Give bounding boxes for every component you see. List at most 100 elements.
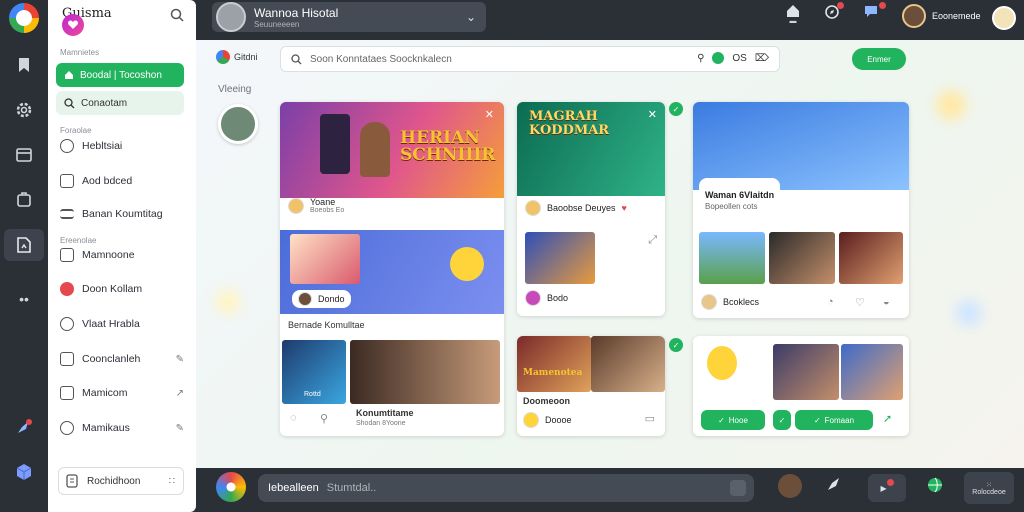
content-card[interactable]: Mamenotea Doomeoon Doooe ▭ xyxy=(517,336,665,436)
thumbnail[interactable] xyxy=(773,344,839,400)
avatar[interactable] xyxy=(778,474,802,498)
sidebar-item[interactable]: Vlaat Hrabla xyxy=(60,317,184,331)
thumbnail[interactable] xyxy=(525,232,595,284)
arrow-out-icon[interactable]: ↗ xyxy=(176,388,184,399)
search-input[interactable]: Soon Konntataes Soocknkalecn ⚲ OS ⌦ xyxy=(280,46,780,72)
close-icon[interactable]: ✕ xyxy=(485,108,494,121)
circle-icon xyxy=(60,421,74,435)
send-icon[interactable]: ➚ xyxy=(883,412,892,425)
viewer-avatar[interactable] xyxy=(218,104,258,144)
bokeh-decoration xyxy=(936,90,966,120)
edit-icon[interactable]: ✎ xyxy=(176,423,184,434)
thumbnail[interactable] xyxy=(841,344,903,400)
video-title: Konumtitame xyxy=(356,408,414,418)
viewing-label: Vleeing xyxy=(218,84,252,95)
edit-icon[interactable]: ✎ xyxy=(176,354,184,365)
user-menu[interactable]: Eoonemede xyxy=(902,4,981,28)
home-icon xyxy=(65,71,73,79)
video-thumbnail[interactable] xyxy=(591,336,665,392)
main-logo[interactable]: Gitdni xyxy=(216,50,258,64)
sidebar-footer-label: Rochidhoon xyxy=(87,475,141,487)
chip-button[interactable]: ✓ Hooe xyxy=(701,410,765,430)
more-icon[interactable]: •• xyxy=(12,287,36,311)
sidebar-item[interactable]: Banan Koumtitag xyxy=(60,208,184,220)
sidebar-item[interactable]: Coonclanleh ✎ xyxy=(60,352,184,366)
home-icon[interactable]: ▬ xyxy=(786,4,800,25)
primary-nav-label: Boodal | Tocoshon xyxy=(80,69,162,81)
author-name: Doooe xyxy=(545,415,572,425)
action-button[interactable]: Enmer xyxy=(852,48,906,70)
channel-subtitle: Seuuneeeen xyxy=(254,19,300,29)
rocket-icon[interactable] xyxy=(12,416,36,440)
messages-icon[interactable] xyxy=(864,2,886,20)
bookmark-icon[interactable] xyxy=(12,53,36,77)
explore-icon[interactable] xyxy=(824,2,844,20)
attach-icon[interactable] xyxy=(730,480,746,496)
thumbnail[interactable] xyxy=(290,234,360,284)
app-logo[interactable] xyxy=(9,3,39,33)
heart-icon[interactable]: ♥ xyxy=(622,203,627,213)
chat-icon[interactable]: ◌ xyxy=(290,412,297,424)
video-title: Doomeoon xyxy=(523,396,570,406)
cube-icon[interactable] xyxy=(12,460,36,484)
chip-button[interactable]: ✓ Fomaan xyxy=(795,410,873,430)
expand-icon[interactable]: ⤢ xyxy=(648,234,657,247)
close-icon[interactable]: ✕ xyxy=(648,108,657,121)
video-sub: Shodan 8Yoone xyxy=(356,420,406,427)
library-icon[interactable] xyxy=(4,229,44,261)
sidebar-item-label: Vlaat Hrabla xyxy=(82,318,140,330)
thumbnail[interactable] xyxy=(839,232,903,284)
content-card[interactable]: HERIAN SCHNIIIR ✕ Yoane Boeobs Eo Dondo … xyxy=(280,102,504,436)
channel-name: Bodo xyxy=(547,293,569,303)
emoji-sticker xyxy=(450,247,484,281)
chip-label: Hooe xyxy=(728,415,748,425)
chat-icon xyxy=(60,317,74,331)
inbox-icon[interactable] xyxy=(12,143,36,167)
heart-icon[interactable]: ♡ xyxy=(855,296,865,309)
sidebar-item[interactable]: Mamikaus ✎ xyxy=(60,421,184,435)
tag-icon[interactable]: ⌦ xyxy=(755,53,769,64)
secondary-nav-button[interactable]: Conaotam xyxy=(56,91,184,115)
content-card[interactable]: MAGRAH KODDMAR ✕ Baoobse Deuyes ♥ ⤢ Bodo xyxy=(517,102,665,316)
options-button[interactable]: ⁙ Rolocdeoe xyxy=(964,472,1014,504)
chip-button[interactable]: ✓ xyxy=(773,410,791,430)
sidebar-footer-button[interactable]: Rochidhoon ∷ xyxy=(58,467,184,495)
emoji-icon[interactable] xyxy=(216,472,246,502)
save-icon[interactable]: ◒ xyxy=(883,296,890,308)
primary-nav-button[interactable]: Boodal | Tocoshon xyxy=(56,63,184,87)
message-input[interactable]: Iebealleen Stumtdal.. xyxy=(258,474,754,502)
comment-icon[interactable]: ▭ xyxy=(645,412,655,425)
content-card[interactable]: ✓ Hooe ✓ ✓ Fomaan ➚ xyxy=(693,336,909,436)
grid-icon: ⁙ xyxy=(986,481,992,489)
channel-selector[interactable]: Wannoa Hisotal Seuuneeeen ⌄ xyxy=(212,2,486,32)
pin-icon[interactable]: ⚲ xyxy=(697,53,704,64)
host-name: Yoane xyxy=(310,197,336,207)
sidebar-item[interactable]: Mamicom ↗ xyxy=(60,386,184,400)
sidebar-item[interactable]: Hebltsiai xyxy=(60,139,184,153)
search-icon[interactable] xyxy=(170,8,186,24)
camera-icon[interactable]: ▸ xyxy=(868,474,906,502)
settings-gear-icon[interactable] xyxy=(12,98,36,122)
thumbnail[interactable] xyxy=(699,232,765,284)
brand[interactable]: Guisma xyxy=(62,6,112,36)
globe-icon[interactable] xyxy=(926,476,944,494)
pin-icon[interactable]: ⚲ xyxy=(320,412,328,425)
rocket-icon[interactable] xyxy=(826,476,842,492)
meta-label: Bcoklecs xyxy=(723,297,760,307)
lock-icon[interactable] xyxy=(12,188,36,212)
sidebar-item[interactable]: Doon Kollam xyxy=(60,282,184,296)
content-card[interactable]: Waman 6Vlaitdn Bopeollen cots Bcoklecs ◔… xyxy=(693,102,909,318)
thumbnail[interactable] xyxy=(517,336,591,392)
video-thumbnail[interactable] xyxy=(350,340,500,404)
card-title: HERIAN SCHNIIIR xyxy=(400,128,496,165)
sidebar-item-label: Aod bdced xyxy=(82,175,133,187)
sidebar-item[interactable]: Aod bdced xyxy=(60,174,184,188)
search-filter[interactable]: OS xyxy=(732,53,746,64)
status-dot-icon xyxy=(712,52,725,64)
section-label: Ereenolae xyxy=(60,236,97,245)
channel-name: Baoobse Deuyes xyxy=(547,203,616,213)
sidebar-item[interactable]: Mamnoone xyxy=(60,248,184,262)
like-icon[interactable]: ◔ xyxy=(827,296,834,308)
thumbnail[interactable] xyxy=(769,232,835,284)
profile-avatar[interactable] xyxy=(992,6,1016,30)
